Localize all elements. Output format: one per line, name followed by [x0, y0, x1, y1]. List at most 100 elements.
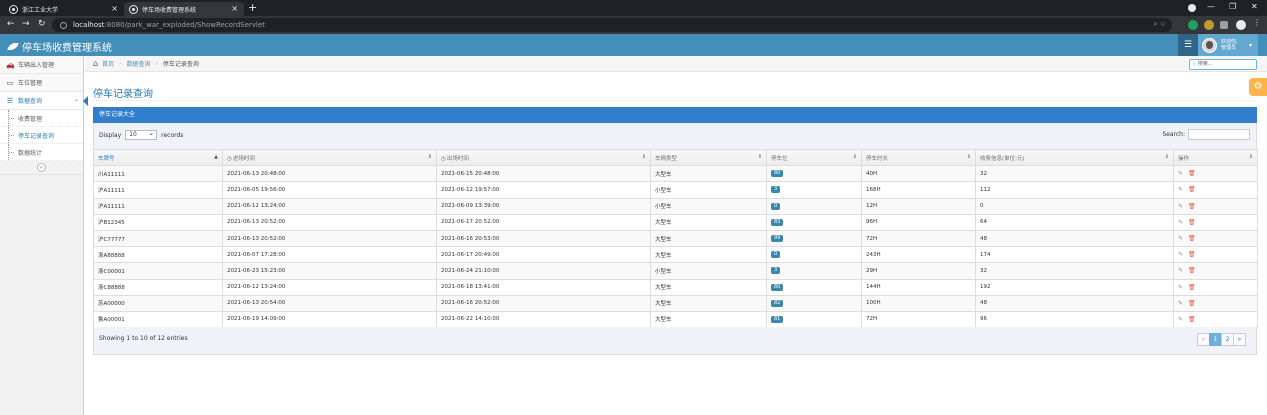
column-header-exit-time[interactable]: ◷出场时间 ⇕	[436, 148, 651, 167]
menu-dots-icon[interactable]: ⋮	[1253, 18, 1263, 28]
maximize-button[interactable]: ❐	[1229, 2, 1236, 11]
breadcrumb-section-link[interactable]: 数据查询	[127, 59, 151, 68]
pencil-icon[interactable]: ✎	[1178, 300, 1183, 307]
pencil-icon[interactable]: ✎	[1178, 186, 1183, 193]
sidebar-item-label: 数据查询	[18, 98, 43, 105]
url-input[interactable]: localhost:8080/park_war_exploded/ShowRec…	[52, 18, 1172, 32]
cell-entry-time: 2021-06-13 20:52:00	[222, 213, 437, 231]
pencil-icon[interactable]: ✎	[1178, 219, 1183, 226]
column-header-entry-time[interactable]: ◷进场时间 ⇕	[222, 148, 437, 167]
pencil-icon[interactable]: ✎	[1178, 203, 1183, 210]
cell-fee: 48	[975, 229, 1174, 248]
collapse-left-icon[interactable]: «	[37, 163, 46, 172]
close-window-button[interactable]: ✕	[1251, 2, 1258, 11]
breadcrumb: ⌂ 首页 › 数据查询 › 停车记录查询 ⌕ 搜索...	[85, 56, 1267, 72]
sort-icon: ⇕	[1164, 154, 1169, 160]
column-header-duration[interactable]: 停车时长 ⇕	[861, 148, 976, 167]
user-menu[interactable]: 欢迎你, 管理员 ▾	[1198, 34, 1258, 56]
sidebar-subitem-parking-records[interactable]: 停车记录查询	[0, 127, 83, 144]
app-header: 停车场收费管理系统 ☰ 欢迎你, 管理员 ▾	[0, 34, 1267, 56]
close-tab-icon[interactable]: ×	[111, 4, 118, 13]
tree-dash	[9, 118, 14, 119]
cell-vehicle-type: 大型车	[650, 213, 767, 231]
nav-search-placeholder: 搜索...	[1197, 61, 1213, 67]
extension-icon[interactable]	[1204, 20, 1214, 30]
pencil-icon[interactable]: ✎	[1178, 316, 1183, 323]
puzzle-icon[interactable]	[1220, 21, 1228, 29]
column-label: 停车位	[771, 155, 788, 162]
spot-badge: 80	[771, 170, 784, 178]
cell-actions: ✎ 🗑	[1173, 165, 1258, 183]
extension-icon[interactable]	[1188, 20, 1198, 30]
close-tab-icon[interactable]: ×	[231, 4, 238, 13]
trash-icon[interactable]: 🗑	[1188, 267, 1196, 274]
cell-fee: 48	[975, 294, 1174, 312]
page-length-select[interactable]: 10	[125, 129, 158, 140]
sidebar-item-vehicle-access[interactable]: 🚗 车辆出入管理	[0, 56, 83, 74]
browser-tab[interactable]: 浙江工业大学 ×	[4, 2, 124, 16]
trash-icon[interactable]: 🗑	[1188, 203, 1196, 210]
pencil-icon[interactable]: ✎	[1178, 170, 1183, 177]
browser-tab-bar: 浙江工业大学 × 停车场收费管理系统 × + — ❐ ✕	[0, 0, 1267, 16]
settings-gear-button[interactable]: ⚙	[1249, 78, 1267, 96]
sort-icon: ⇕	[641, 154, 646, 160]
cell-exit-time: 2021-06-17 20:49:00	[436, 246, 651, 264]
globe-icon	[10, 5, 17, 13]
trash-icon[interactable]: 🗑	[1188, 219, 1196, 226]
trash-icon[interactable]: 🗑	[1188, 300, 1196, 307]
cell-vehicle-type: 大型车	[650, 229, 767, 248]
sidebar-collapse: «	[0, 161, 83, 175]
sidebar-item-data-query[interactable]: ☰ 数据查询 ⌄	[0, 92, 88, 110]
site-info-icon[interactable]	[60, 21, 67, 29]
menu-toggle-button[interactable]: ☰	[1178, 34, 1198, 56]
minimize-button[interactable]: —	[1207, 2, 1215, 11]
profile-icon[interactable]	[1188, 4, 1196, 12]
back-arrow-icon[interactable]: ←	[7, 19, 15, 29]
cell-plate: 沪B12345	[93, 213, 223, 231]
trash-icon[interactable]: 🗑	[1188, 186, 1196, 193]
pencil-icon[interactable]: ✎	[1178, 267, 1183, 274]
column-header-vehicle-type[interactable]: 车辆类型 ⇕	[650, 148, 767, 167]
column-header-plate[interactable]: 车牌号 ▲	[93, 148, 223, 167]
cell-exit-time: 2021-06-16 20:53:00	[436, 229, 651, 248]
pencil-icon[interactable]: ✎	[1178, 251, 1183, 258]
sidebar-subitem-label: 收费管理	[18, 115, 43, 123]
tree-dash	[9, 152, 14, 153]
breadcrumb-home-link[interactable]: 首页	[102, 59, 114, 68]
column-header-actions[interactable]: 操作 ⇕	[1173, 148, 1258, 167]
brand-title: 停车场收费管理系统	[22, 43, 112, 54]
forward-arrow-icon[interactable]: →	[22, 19, 30, 29]
sidebar-subitem-fee-management[interactable]: 收费管理	[0, 110, 83, 127]
zoom-bookmark-icons[interactable]: ⌕ ☆	[1154, 20, 1166, 29]
trash-icon[interactable]: 🗑	[1188, 316, 1196, 323]
nav-search-input[interactable]: ⌕ 搜索...	[1189, 59, 1257, 70]
account-icon[interactable]	[1236, 20, 1246, 30]
sidebar-item-parking-spots[interactable]: ▭ 车位管理	[0, 74, 83, 92]
divider	[93, 100, 1257, 101]
column-header-fee[interactable]: 收费信息(单位:元) ⇕	[975, 148, 1174, 167]
length-prefix: Display	[99, 131, 122, 139]
sidebar-subitem-label: 停车记录查询	[18, 132, 55, 140]
pencil-icon[interactable]: ✎	[1178, 284, 1183, 291]
column-header-spot[interactable]: 停车位 ⇕	[766, 148, 862, 167]
trash-icon[interactable]: 🗑	[1188, 251, 1196, 258]
trash-icon[interactable]: 🗑	[1188, 284, 1196, 291]
trash-icon[interactable]: 🗑	[1188, 170, 1196, 177]
brand[interactable]: 停车场收费管理系统	[7, 39, 112, 54]
breadcrumb-current: 停车记录查询	[162, 61, 199, 68]
cell-vehicle-type: 小型车	[650, 181, 767, 199]
table-row: 沪A11111 2021-06-12 13:24:00 2021-06-09 1…	[93, 197, 1258, 215]
cell-fee: 64	[975, 213, 1174, 231]
trash-icon[interactable]: 🗑	[1188, 235, 1196, 242]
tree-dash	[9, 135, 14, 136]
sidebar-subitem-statistics[interactable]: 数据统计	[0, 144, 83, 161]
new-tab-button[interactable]: +	[248, 1, 257, 14]
pagination-next[interactable]: »	[1233, 333, 1246, 346]
sort-icon: ⇕	[757, 154, 762, 160]
browser-tab-active[interactable]: 停车场收费管理系统 ×	[124, 2, 244, 16]
pencil-icon[interactable]: ✎	[1178, 235, 1183, 242]
reload-icon[interactable]: ↻	[38, 19, 46, 29]
cell-plate: 沪A11111	[93, 181, 223, 199]
cell-exit-time: 2021-06-18 13:41:00	[436, 278, 651, 296]
table-search-input[interactable]	[1188, 129, 1250, 140]
